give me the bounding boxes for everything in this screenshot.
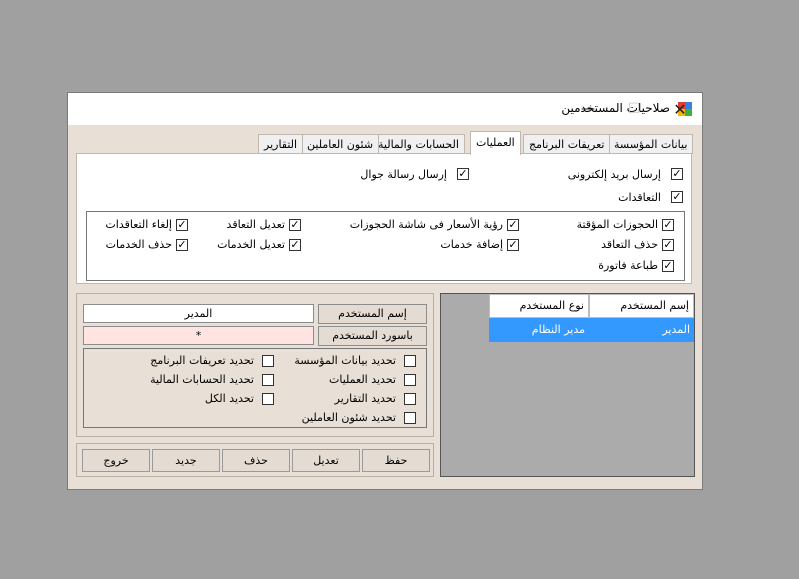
check-icon: ✓: [508, 218, 518, 231]
action-buttons-panel: حفظ تعديل حذف جديد خروج: [76, 443, 434, 477]
maximize-icon: ☐: [627, 101, 641, 117]
contracts-operations-group: ✓ الحجوزات المؤقتة ✓ رؤية الأسعار فى شاش…: [86, 211, 685, 281]
checkbox-label: حذف التعاقد: [601, 238, 658, 251]
checkbox-label: رؤية الأسعار فى شاشة الحجوزات: [349, 218, 503, 231]
checkbox-label: تحديد الحسابات المالية: [150, 373, 254, 386]
checkbox-label: تحديد شئون العاملين: [301, 411, 396, 424]
checkbox-label: إرسال بريد إلكترونى: [567, 168, 661, 181]
check-icon: ✓: [177, 238, 187, 251]
title-bar[interactable]: صلاحيات المستخدمين — ☐ ✕: [68, 93, 702, 125]
grid-cell-username[interactable]: المدير: [589, 318, 694, 342]
password-field[interactable]: *: [83, 326, 314, 345]
checkbox-add-services[interactable]: ✓: [507, 239, 519, 251]
checkbox-label: تحديد تعريفات البرنامج: [150, 354, 254, 367]
delete-button[interactable]: حذف: [222, 449, 290, 472]
username-label: إسم المستخدم: [318, 304, 427, 324]
exit-button[interactable]: خروج: [82, 449, 150, 472]
checkbox-label: طباعة فاتورة: [598, 259, 658, 272]
column-header-user-type[interactable]: نوع المستخدم: [489, 294, 589, 318]
checkbox-select-finance[interactable]: [262, 374, 274, 386]
checkbox-cancel-contracts[interactable]: ✓: [176, 219, 188, 231]
checkbox-edit-services[interactable]: ✓: [289, 239, 301, 251]
check-icon: ✓: [508, 238, 518, 251]
checkbox-label: تحديد التقارير: [334, 392, 396, 405]
username-field[interactable]: المدير: [83, 304, 314, 323]
check-icon: ✓: [663, 238, 673, 251]
operations-tab-panel: ✓ إرسال بريد إلكترونى ✓ إرسال رسالة جوال…: [76, 153, 692, 284]
checkbox-label: التعاقدات: [618, 191, 661, 204]
tab-program-definitions[interactable]: تعريفات البرنامج: [523, 134, 611, 154]
minimize-icon: —: [581, 101, 595, 117]
checkbox-select-staff[interactable]: [404, 412, 416, 424]
checkbox-delete-services[interactable]: ✓: [176, 239, 188, 251]
checkbox-select-all[interactable]: [262, 393, 274, 405]
minimize-button[interactable]: —: [565, 93, 611, 125]
checkbox-temp-bookings[interactable]: ✓: [662, 219, 674, 231]
tab-institution-data[interactable]: بيانات المؤسسة: [608, 134, 694, 154]
user-form-panel: إسم المستخدم المدير باسورد المستخدم * تح…: [76, 293, 434, 437]
check-icon: ✓: [663, 218, 673, 231]
checkbox-select-operations[interactable]: [404, 374, 416, 386]
password-label: باسورد المستخدم: [318, 326, 427, 346]
tab-operations[interactable]: العمليات: [470, 131, 521, 155]
checkbox-label: حذف الخدمات: [105, 238, 172, 251]
checkbox-print-invoice[interactable]: ✓: [662, 260, 674, 272]
checkbox-edit-contract[interactable]: ✓: [289, 219, 301, 231]
checkbox-label: تحديد العمليات: [328, 373, 396, 386]
checkbox-label: تحديد بيانات المؤسسة: [294, 354, 396, 367]
checkbox-label: الحجوزات المؤقتة: [576, 218, 658, 231]
new-button[interactable]: جديد: [152, 449, 220, 472]
users-grid[interactable]: إسم المستخدم نوع المستخدم المدير مدير ال…: [440, 293, 695, 477]
check-icon: ✓: [290, 238, 300, 251]
checkbox-select-reports[interactable]: [404, 393, 416, 405]
column-header-username[interactable]: إسم المستخدم: [589, 294, 694, 318]
checkbox-label: تعديل التعاقد: [226, 218, 285, 231]
checkbox-send-email[interactable]: ✓: [671, 168, 683, 180]
checkbox-label: تعديل الخدمات: [217, 238, 285, 251]
checkbox-select-program-definitions[interactable]: [262, 355, 274, 367]
check-icon: ✓: [290, 218, 300, 231]
check-icon: ✓: [672, 167, 682, 180]
checkbox-label: تحديد الكل: [204, 392, 254, 405]
checkbox-contracts[interactable]: ✓: [671, 191, 683, 203]
save-button[interactable]: حفظ: [362, 449, 430, 472]
check-icon: ✓: [177, 218, 187, 231]
checkbox-select-institution[interactable]: [404, 355, 416, 367]
close-icon: ✕: [673, 99, 687, 119]
check-icon: ✓: [458, 167, 468, 180]
check-icon: ✓: [663, 259, 673, 272]
checkbox-label: إضافة خدمات: [440, 238, 503, 251]
checkbox-label: إرسال رسالة جوال: [360, 168, 447, 181]
checkbox-delete-contract[interactable]: ✓: [662, 239, 674, 251]
tab-staff-affairs[interactable]: شئون العاملين: [301, 134, 380, 154]
permissions-window: صلاحيات المستخدمين — ☐ ✕ بيانات المؤسسة …: [67, 92, 703, 490]
checkbox-view-prices[interactable]: ✓: [507, 219, 519, 231]
tab-accounts-finance[interactable]: الحسابات والمالية: [372, 134, 465, 154]
check-icon: ✓: [672, 190, 682, 203]
checkbox-label: إلغاء التعاقدات: [105, 218, 172, 231]
select-permissions-group: تحديد بيانات المؤسسة تحديد تعريفات البرن…: [83, 348, 427, 428]
checkbox-send-sms[interactable]: ✓: [457, 168, 469, 180]
grid-cell-user-type[interactable]: مدير النظام: [489, 318, 589, 342]
close-button[interactable]: ✕: [657, 93, 703, 125]
edit-button[interactable]: تعديل: [292, 449, 360, 472]
maximize-button[interactable]: ☐: [611, 93, 657, 125]
tab-reports[interactable]: التقارير: [258, 134, 304, 154]
